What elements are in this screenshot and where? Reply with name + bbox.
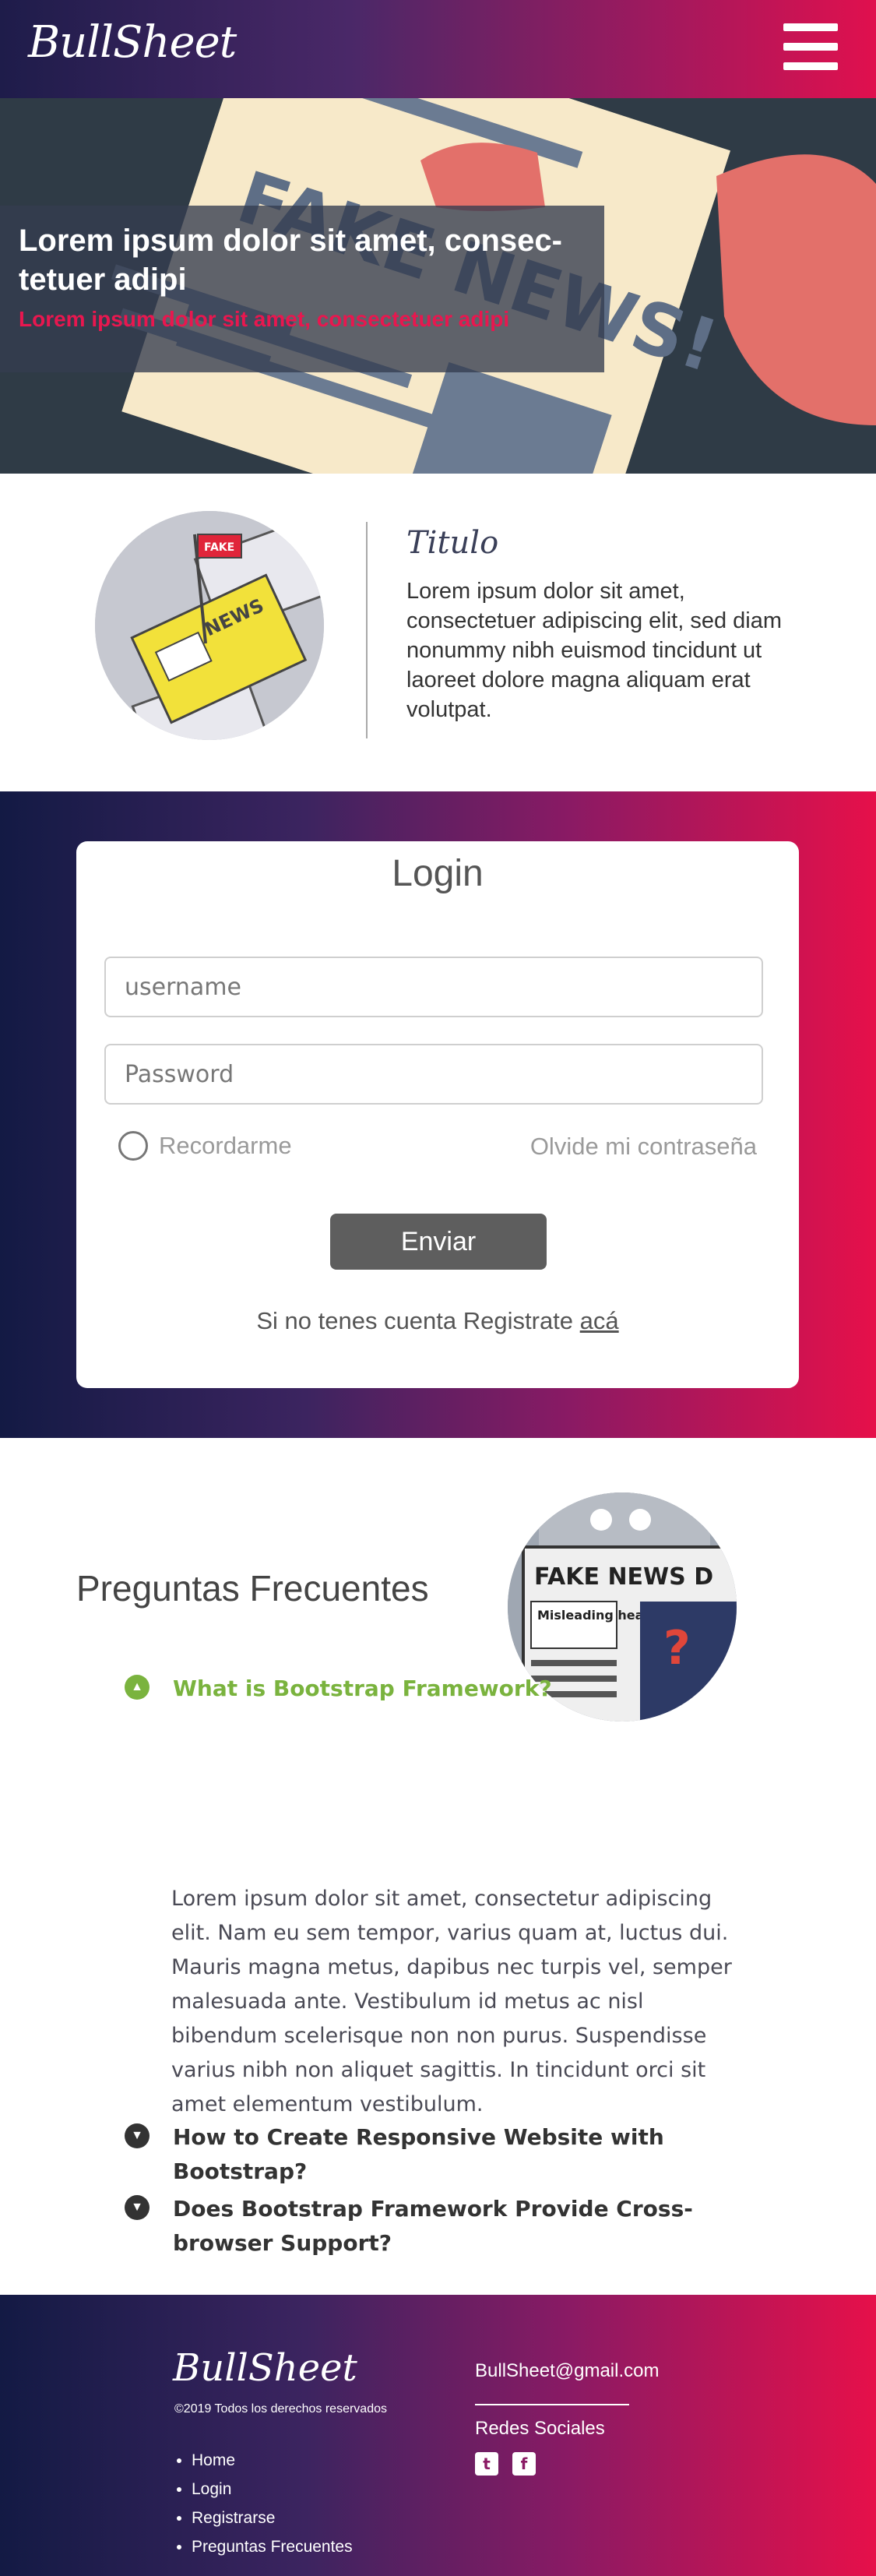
svg-text:?: ? (663, 1621, 691, 1676)
register-prompt: Si no tenes cuenta Registrate acá (76, 1307, 799, 1335)
forgot-password-link[interactable]: Olvide mi contraseña (530, 1133, 757, 1161)
facebook-icon[interactable]: f (512, 2452, 536, 2476)
password-input[interactable] (104, 1044, 763, 1105)
chevron-down-icon: ▼ (125, 2195, 150, 2220)
username-input[interactable] (104, 957, 763, 1017)
newspaper-illustration: NEWS FAKE (95, 511, 324, 740)
brand-logo[interactable]: BullSheet (28, 17, 237, 68)
hero-caption: Lorem ipsum dolor sit amet, consec-tetue… (0, 206, 604, 372)
intro-text: Lorem ipsum dolor sit amet, consectetuer… (406, 579, 782, 722)
faq-question-1[interactable]: ▲ What is Bootstrap Framework? (125, 1672, 734, 1706)
flag-text: FAKE (204, 541, 234, 554)
footer-link-register[interactable]: Registrarse (192, 2504, 353, 2532)
intro-title: Titulo (406, 525, 499, 561)
submit-button[interactable]: Enviar (330, 1214, 547, 1270)
hero-banner: FAKE NEWS! Lorem ipsum dolor sit amet, c… (0, 98, 876, 474)
faq-question-3[interactable]: ▼ Does Bootstrap Framework Provide Cross… (125, 2192, 734, 2261)
footer-link-faq[interactable]: Preguntas Frecuentes (192, 2532, 353, 2561)
faq-answer-1: Lorem ipsum dolor sit amet, consectetur … (171, 1887, 732, 2116)
register-text: Si no tenes cuenta Registrate (256, 1307, 574, 1334)
faq-question-2[interactable]: ▼ How to Create Responsive Website with … (125, 2120, 734, 2189)
faq-question-text: How to Create Responsive Website with Bo… (173, 2124, 664, 2184)
intro-section: NEWS FAKE Titulo Lorem ipsum dolor sit a… (0, 474, 876, 791)
login-card: Login Recordarme Olvide mi contraseña En… (76, 841, 799, 1388)
image-headline: FAKE NEWS D (534, 1563, 713, 1591)
chevron-down-icon: ▼ (125, 2123, 150, 2148)
faq-question-text: What is Bootstrap Framework? (173, 1676, 552, 1701)
navbar: BullSheet (0, 0, 876, 98)
twitter-icon[interactable]: t (475, 2452, 498, 2476)
remember-me[interactable]: Recordarme (118, 1131, 292, 1161)
social-title: Redes Sociales (475, 2418, 605, 2439)
hero-title: Lorem ipsum dolor sit amet, consec-tetue… (19, 224, 562, 297)
faq-section: Preguntas Frecuentes FAKE NEWS D Mislead… (0, 1438, 876, 2295)
footer-link-login[interactable]: Login (192, 2475, 353, 2504)
chevron-up-icon: ▲ (125, 1675, 150, 1700)
hamburger-icon[interactable] (783, 23, 838, 72)
footer-links: Home Login Registrarse Preguntas Frecuen… (192, 2446, 353, 2561)
footer-link-home[interactable]: Home (192, 2446, 353, 2475)
footer-divider (475, 2404, 629, 2405)
login-section: Login Recordarme Olvide mi contraseña En… (0, 791, 876, 1438)
footer-copyright: ©2019 Todos los derechos reservados (174, 2402, 387, 2416)
faq-title: Preguntas Frecuentes (76, 1568, 429, 1609)
footer-brand[interactable]: BullSheet (173, 2346, 357, 2390)
remember-checkbox[interactable] (118, 1131, 148, 1161)
login-title: Login (392, 853, 484, 894)
faq-question-text: Does Bootstrap Framework Provide Cross-b… (173, 2196, 693, 2256)
register-link[interactable]: acá (580, 1307, 619, 1334)
vertical-divider (366, 522, 368, 738)
footer: BullSheet ©2019 Todos los derechos reser… (0, 2295, 876, 2576)
remember-label: Recordarme (159, 1132, 292, 1159)
footer-email[interactable]: BullSheet@gmail.com (475, 2360, 659, 2382)
hero-subtitle: Lorem ipsum dolor sit amet, consectetuer… (19, 307, 510, 331)
